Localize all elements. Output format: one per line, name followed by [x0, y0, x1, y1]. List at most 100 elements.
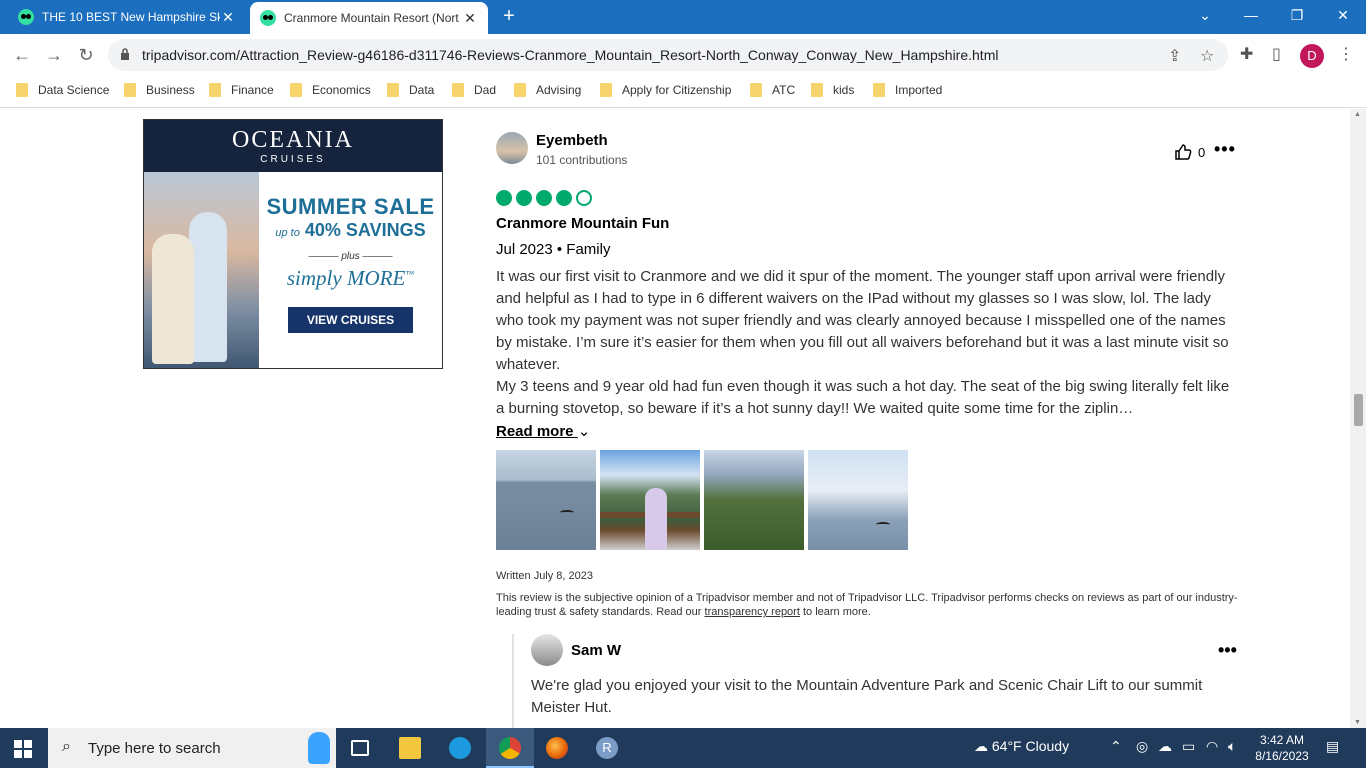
- folder-icon: [750, 83, 762, 97]
- more-options-icon[interactable]: •••: [1214, 139, 1236, 160]
- rating-bubble-filled: [516, 190, 532, 206]
- ad-person-man: [189, 212, 227, 362]
- helpful-vote-button[interactable]: 0: [1174, 143, 1205, 161]
- menu-icon[interactable]: ⋮: [1338, 44, 1354, 64]
- forward-icon[interactable]: →: [42, 43, 66, 67]
- ad-trademark: ™: [405, 269, 415, 279]
- meet-now-icon[interactable]: ◎: [1136, 738, 1148, 755]
- view-cruises-button[interactable]: VIEW CRUISES: [288, 307, 413, 333]
- notifications-icon[interactable]: ▤: [1326, 738, 1339, 755]
- task-view-glyph: [351, 740, 369, 756]
- bookmark-folder[interactable]: Dad: [452, 83, 496, 97]
- tripadvisor-icon: [260, 10, 276, 26]
- reviewer-name[interactable]: Eyembeth: [536, 132, 608, 149]
- review-photo[interactable]: [496, 450, 596, 550]
- taskbar-clock[interactable]: 3:42 AM 8/16/2023: [1252, 732, 1312, 764]
- review-photo[interactable]: [600, 450, 700, 550]
- windows-start-icon[interactable]: [14, 740, 32, 758]
- tab-cranmore[interactable]: Cranmore Mountain Resort (Nort ✕: [250, 2, 488, 34]
- ad-person-woman: [152, 234, 194, 364]
- review-trip-date: Jul 2023 • Family: [496, 241, 611, 258]
- bookmark-label: kids: [833, 83, 855, 97]
- bookmark-folder[interactable]: Advising: [514, 83, 581, 97]
- avatar[interactable]: [531, 634, 563, 666]
- bird-shape: [876, 522, 890, 527]
- owner-response: Sam W ••• We're glad you enjoyed your vi…: [512, 634, 1242, 728]
- close-icon[interactable]: ✕: [220, 9, 236, 26]
- bookmark-label: Advising: [536, 83, 582, 97]
- bookmark-folder[interactable]: ATC: [750, 83, 795, 97]
- scrollbar-thumb[interactable]: [1354, 394, 1363, 426]
- url-text: tripadvisor.com/Attraction_Review-g46186…: [142, 47, 999, 63]
- scroll-up-icon[interactable]: ▲: [1354, 111, 1361, 118]
- ad-savings-value: 40% SAVINGS: [304, 220, 426, 240]
- new-tab-button[interactable]: +: [498, 6, 520, 28]
- show-hidden-icons[interactable]: ⌃: [1110, 738, 1122, 755]
- side-panel-icon[interactable]: ▯: [1272, 44, 1281, 64]
- volume-icon[interactable]: 🔈︎: [1228, 738, 1236, 755]
- taskbar-search-box[interactable]: ⌕ Type here to search: [48, 728, 336, 768]
- oceania-ad-banner[interactable]: OCEANIA CRUISES SUMMER SALE up to 40% SA…: [143, 119, 443, 369]
- ad-headline: SUMMER SALE: [266, 194, 435, 219]
- bookmark-folder[interactable]: kids: [811, 83, 854, 97]
- review-body: It was our first visit to Cranmore and w…: [496, 266, 1241, 420]
- bookmark-folder[interactable]: Economics: [290, 83, 371, 97]
- review-paragraph: It was our first visit to Cranmore and w…: [496, 268, 1229, 373]
- bookmark-label: Finance: [231, 83, 274, 97]
- file-explorer-icon[interactable]: [386, 728, 434, 768]
- folder-icon: [124, 83, 136, 97]
- scroll-down-icon[interactable]: ▼: [1354, 719, 1361, 726]
- r-app-icon[interactable]: R: [583, 728, 631, 768]
- bookmarks-bar: Data Science Business Finance Economics …: [0, 76, 1366, 108]
- back-icon[interactable]: ←: [10, 43, 34, 67]
- minimize-button[interactable]: —: [1228, 0, 1274, 34]
- ad-header: OCEANIA CRUISES: [144, 120, 442, 172]
- profile-avatar[interactable]: D: [1300, 44, 1324, 68]
- close-window-button[interactable]: ✕: [1320, 0, 1366, 34]
- review-photo[interactable]: [704, 450, 804, 550]
- bookmark-label: Data Science: [38, 83, 110, 97]
- extensions-icon[interactable]: ✚: [1240, 44, 1253, 64]
- reload-icon[interactable]: ↻: [74, 43, 98, 67]
- weather-widget[interactable]: ☁ 64°F Cloudy: [974, 738, 1069, 755]
- bookmark-folder[interactable]: Data Science: [16, 83, 109, 97]
- read-more-button[interactable]: Read more ⌄: [496, 422, 590, 440]
- close-icon[interactable]: ✕: [462, 10, 478, 27]
- search-placeholder: Type here to search: [88, 740, 221, 757]
- folder-icon: [811, 83, 823, 97]
- onedrive-icon[interactable]: ☁: [1158, 738, 1172, 755]
- bookmark-label: Dad: [474, 83, 497, 97]
- transparency-report-link[interactable]: transparency report: [705, 606, 800, 618]
- more-options-icon[interactable]: •••: [1218, 640, 1237, 661]
- bookmark-folder[interactable]: Data: [387, 83, 434, 97]
- bookmark-folder[interactable]: Apply for Citizenship: [600, 83, 731, 97]
- review-photo[interactable]: [808, 450, 908, 550]
- address-bar[interactable]: tripadvisor.com/Attraction_Review-g46186…: [108, 39, 1228, 71]
- restore-button[interactable]: ❐: [1274, 0, 1320, 34]
- bird-shape: [560, 510, 574, 515]
- bookmark-folder[interactable]: Business: [124, 83, 195, 97]
- share-icon[interactable]: ⇪: [1168, 46, 1181, 66]
- ad-more-text: simply MORE: [286, 266, 406, 290]
- review-photos: [496, 450, 912, 550]
- tab-search-icon[interactable]: ⌄: [1182, 0, 1228, 34]
- task-view-icon[interactable]: [336, 728, 384, 768]
- bookmark-folder[interactable]: Imported: [873, 83, 942, 97]
- edge-icon[interactable]: [436, 728, 484, 768]
- firefox-icon[interactable]: [533, 728, 581, 768]
- disclaimer-text-end: to learn more.: [799, 606, 871, 618]
- review-title[interactable]: Cranmore Mountain Fun: [496, 215, 669, 232]
- bookmark-label: Data: [409, 83, 435, 97]
- ad-brand-sub: CRUISES: [260, 154, 326, 165]
- battery-icon[interactable]: ▭: [1182, 738, 1195, 755]
- bookmark-folder[interactable]: Finance: [209, 83, 274, 97]
- tab-strip: THE 10 BEST New Hampshire Ski ✕ Cranmore…: [0, 0, 1366, 34]
- chrome-icon[interactable]: [486, 728, 534, 768]
- avatar[interactable]: [496, 132, 528, 164]
- tab-new-hampshire-ski[interactable]: THE 10 BEST New Hampshire Ski ✕: [8, 0, 246, 34]
- wifi-icon[interactable]: ◠: [1206, 738, 1218, 755]
- page-scrollbar[interactable]: ▲ ▼: [1350, 109, 1366, 728]
- bookmark-star-icon[interactable]: ☆: [1200, 46, 1214, 66]
- review-written-date: Written July 8, 2023: [496, 570, 594, 582]
- review-paragraph: My 3 teens and 9 year old had fun even t…: [496, 378, 1230, 417]
